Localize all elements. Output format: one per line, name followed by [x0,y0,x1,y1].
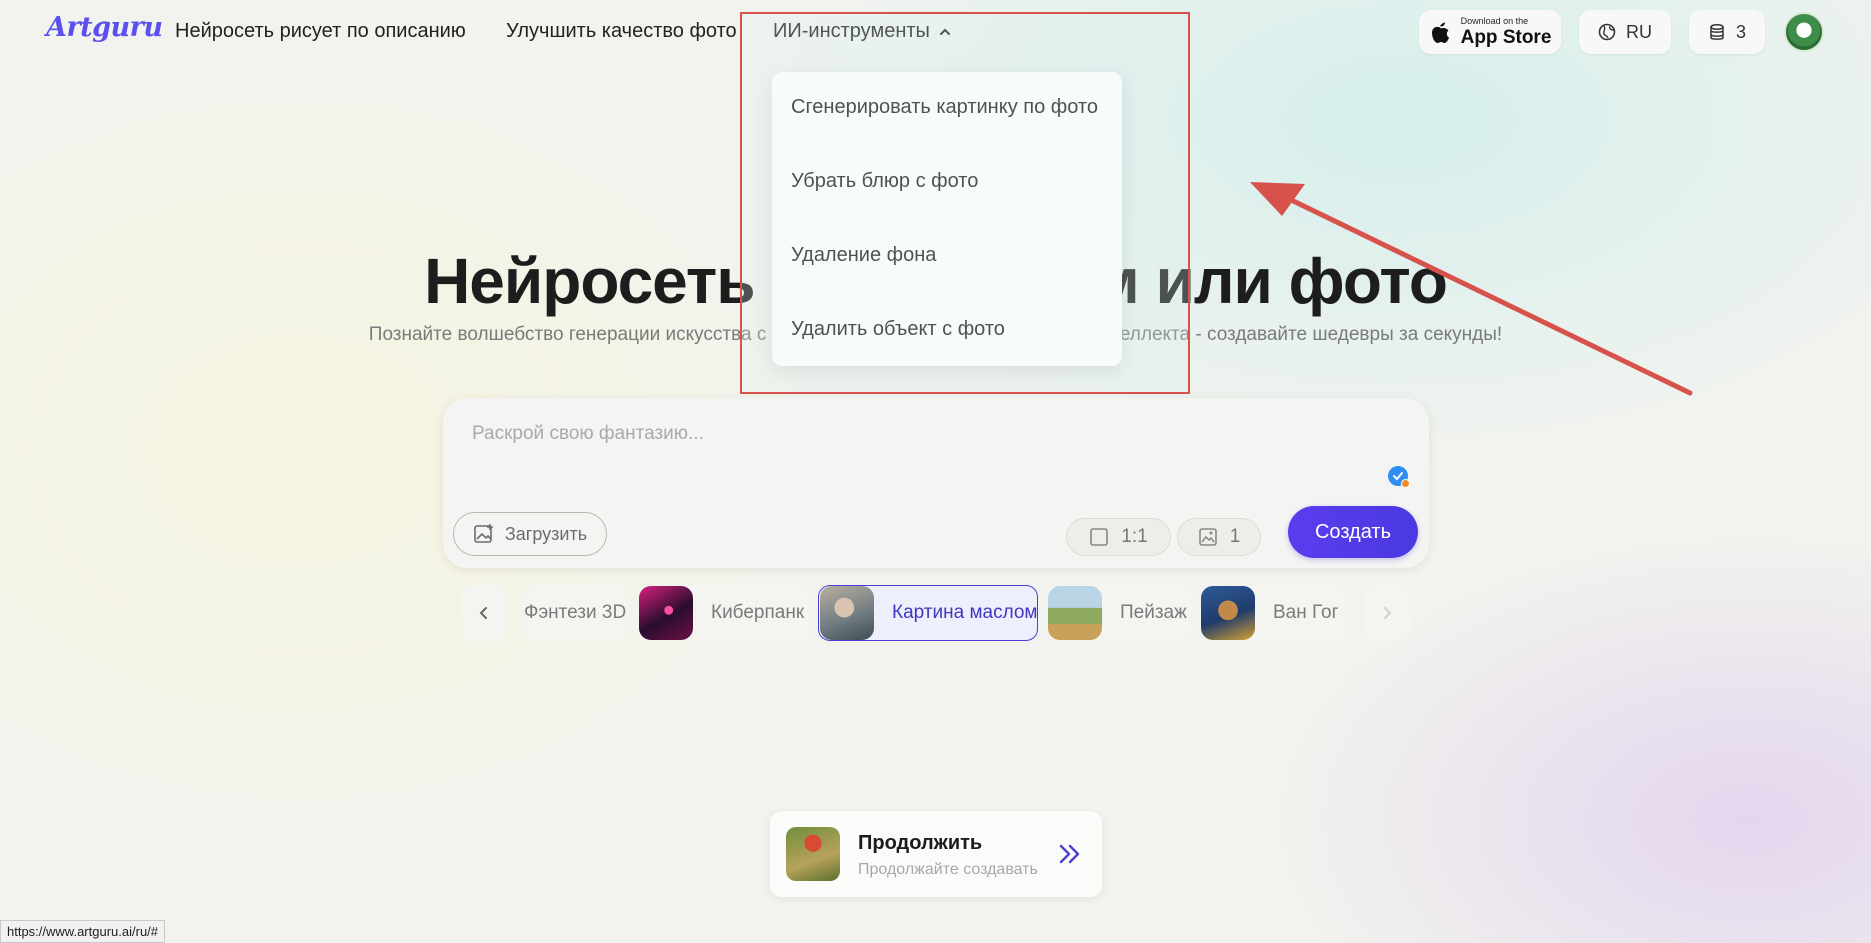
continue-thumbnail [786,827,840,881]
image-upload-icon [474,524,493,543]
hero-subtitle-left: Познайте волшебство генерации искусства … [368,324,767,345]
aspect-ratio-value: 1:1 [1121,526,1148,547]
apple-icon [1431,22,1449,43]
style-chip-cyberpunk[interactable]: Киберпанк [638,585,810,641]
language-selector[interactable]: RU [1579,10,1671,54]
continue-card[interactable]: Продолжить Продолжайте создавать [770,811,1102,897]
logo[interactable]: Artguru [46,12,163,43]
cyberpunk-thumbnail [639,586,693,640]
user-avatar[interactable] [1784,12,1824,52]
style-chip-label: Пейзаж [1120,602,1187,623]
coins-stack-icon [1710,23,1724,40]
double-chevron-right-icon [1059,844,1080,864]
style-chip-label: Киберпанк [711,602,805,623]
image-count-button[interactable]: 1 [1177,518,1261,556]
aspect-ratio-button[interactable]: 1:1 [1066,518,1171,556]
prompt-panel: Загрузить 1:1 1 Создать [443,398,1429,568]
style-chip-label: Фэнтези 3D [524,602,627,623]
upload-button[interactable]: Загрузить [453,512,607,556]
create-button[interactable]: Создать [1288,506,1418,558]
upload-label: Загрузить [504,523,588,544]
verified-badge-icon[interactable] [1388,466,1410,488]
landscape-thumbnail [1048,586,1102,640]
style-chip-fantasy-3d[interactable]: Фэнтези 3D [524,585,630,641]
style-chip-label: Картина маслом [892,602,1038,623]
style-chip-van-gogh[interactable]: Ван Гог [1200,585,1346,641]
chevron-left-icon [479,607,487,619]
continue-subtitle: Продолжайте создавать [858,861,1038,878]
chevron-right-icon [1384,607,1392,619]
oil-painting-thumbnail [820,586,874,640]
browser-status-url: https://www.artguru.ai/ru/# [0,920,166,943]
square-ratio-icon [1090,528,1109,546]
app-store-small-text: Download on the [1460,16,1529,26]
image-count-icon [1198,528,1217,546]
van-gogh-thumbnail [1201,586,1255,640]
styles-next-button[interactable] [1364,585,1410,641]
image-count-value: 1 [1229,526,1241,547]
style-chip-landscape[interactable]: Пейзаж [1047,585,1191,641]
app-store-big-text: App Store [1460,27,1552,48]
style-chip-label: Ван Гог [1273,602,1339,623]
styles-prev-button[interactable] [461,585,507,641]
nav-text-to-image[interactable]: Нейросеть рисует по описанию [175,20,466,43]
continue-title: Продолжить [858,832,983,854]
prompt-input[interactable] [470,418,1374,450]
annotation-highlight-box [740,12,1190,394]
check-icon [1393,472,1403,481]
credits-counter[interactable]: 3 [1689,10,1765,54]
globe-icon [1598,23,1616,41]
language-label: RU [1626,21,1652,42]
credits-value: 3 [1735,21,1746,42]
nav-enhance-photo[interactable]: Улучшить качество фото [506,20,737,43]
style-chip-oil-painting[interactable]: Картина маслом [818,585,1038,641]
app-store-button[interactable]: Download on the App Store [1419,10,1561,54]
